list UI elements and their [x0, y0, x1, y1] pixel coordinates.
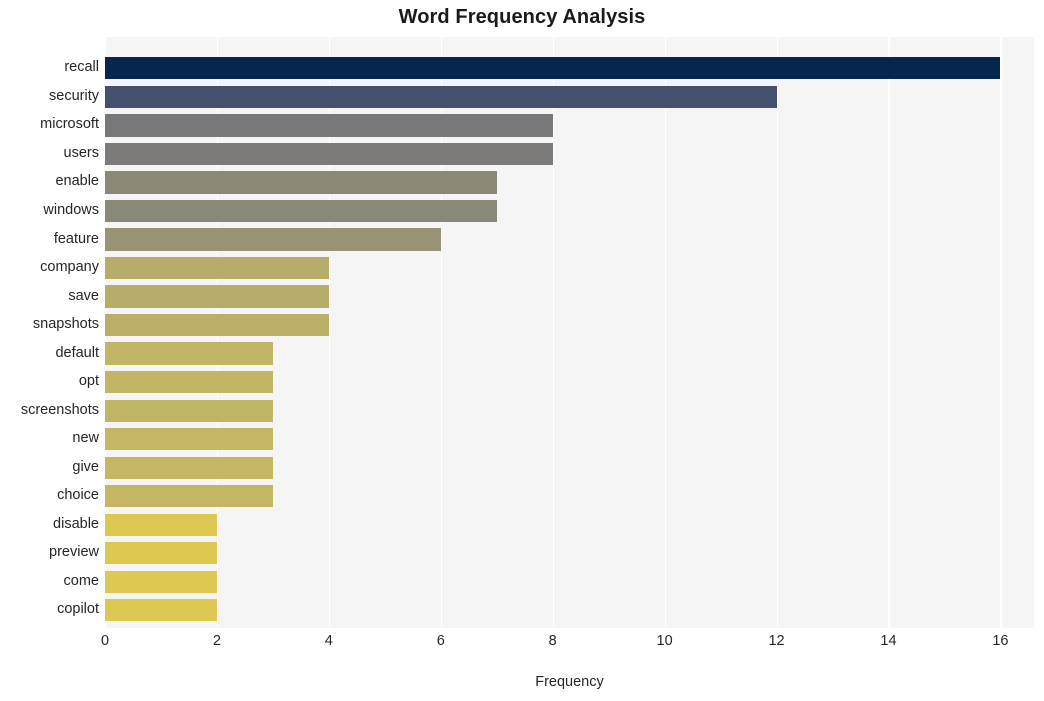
bar-come[interactable]	[105, 570, 217, 593]
x-tick-label-8: 8	[548, 633, 557, 649]
bar-row	[105, 542, 1034, 565]
chart-title: Word Frequency Analysis	[398, 6, 646, 28]
bar-new[interactable]	[105, 428, 273, 451]
y-tick-label-company: company	[40, 259, 99, 276]
x-tick-label-6: 6	[436, 633, 445, 649]
x-tick-label-2: 2	[212, 633, 221, 649]
y-tick-label-new: new	[72, 430, 99, 447]
bar-row	[105, 428, 1034, 451]
bar-row	[105, 599, 1034, 622]
bars-group	[105, 37, 1034, 628]
x-tick-label-12: 12	[768, 633, 785, 649]
bar-row	[105, 114, 1034, 137]
bar-row	[105, 342, 1034, 365]
y-tick-label-users: users	[63, 144, 99, 161]
y-tick-label-microsoft: microsoft	[40, 116, 99, 133]
bar-users[interactable]	[105, 142, 553, 166]
bar-recall[interactable]	[105, 57, 1001, 80]
bar-row	[105, 285, 1034, 308]
bar-row	[105, 199, 1034, 223]
bar-row	[105, 513, 1034, 536]
bar-screenshots[interactable]	[105, 399, 273, 422]
bar-row	[105, 57, 1034, 80]
x-tick-label-16: 16	[992, 633, 1009, 649]
bar-give[interactable]	[105, 456, 273, 479]
bar-feature[interactable]	[105, 228, 441, 251]
bar-disable[interactable]	[105, 513, 217, 536]
y-axis-tick-labels: recall security microsoft users enable window…	[0, 37, 99, 628]
y-tick-label-save: save	[68, 287, 99, 304]
bar-row	[105, 256, 1034, 280]
bar-opt[interactable]	[105, 371, 273, 394]
x-axis-title: Frequency	[535, 674, 604, 690]
bar-copilot[interactable]	[105, 599, 217, 622]
bar-snapshots[interactable]	[105, 313, 329, 337]
x-tick-label-4: 4	[324, 633, 333, 649]
y-tick-label-screenshots: screenshots	[20, 401, 99, 418]
bar-company[interactable]	[105, 256, 329, 280]
bar-row	[105, 171, 1034, 194]
x-axis-tick-labels: 0 2 4 6 8 10 12 14 16	[101, 633, 1034, 657]
bar-row	[105, 485, 1034, 508]
bar-preview[interactable]	[105, 542, 217, 565]
bar-choice[interactable]	[105, 485, 273, 508]
y-tick-label-feature: feature	[53, 230, 99, 247]
bar-row	[105, 313, 1034, 337]
x-tick-label-10: 10	[656, 633, 673, 649]
y-tick-label-copilot: copilot	[57, 601, 99, 618]
x-tick-label-14: 14	[880, 633, 897, 649]
bar-row	[105, 399, 1034, 422]
plot-area	[105, 37, 1034, 628]
y-tick-label-opt: opt	[78, 373, 99, 390]
bar-save[interactable]	[105, 285, 329, 308]
y-tick-label-preview: preview	[49, 544, 99, 561]
word-frequency-bar-chart: Word Frequency Analysis recall security mi…	[0, 0, 1044, 701]
bar-row	[105, 85, 1034, 108]
y-tick-label-security: security	[49, 87, 99, 104]
bar-enable[interactable]	[105, 171, 497, 194]
bar-row	[105, 456, 1034, 479]
bar-row	[105, 142, 1034, 166]
bar-microsoft[interactable]	[105, 114, 553, 137]
y-tick-label-default: default	[55, 344, 99, 361]
y-tick-label-give: give	[72, 458, 99, 475]
y-tick-label-come: come	[63, 572, 99, 589]
y-tick-label-choice: choice	[57, 487, 99, 504]
y-tick-label-disable: disable	[53, 515, 99, 532]
y-tick-label-recall: recall	[64, 59, 99, 76]
x-tick-label-0: 0	[100, 633, 110, 649]
bar-windows[interactable]	[105, 199, 497, 223]
bar-row	[105, 371, 1034, 394]
y-tick-label-snapshots: snapshots	[32, 316, 99, 333]
bar-security[interactable]	[105, 85, 777, 108]
y-tick-label-enable: enable	[55, 173, 99, 190]
bar-default[interactable]	[105, 342, 273, 365]
bar-row	[105, 228, 1034, 251]
y-tick-label-windows: windows	[43, 201, 99, 218]
bar-row	[105, 570, 1034, 593]
